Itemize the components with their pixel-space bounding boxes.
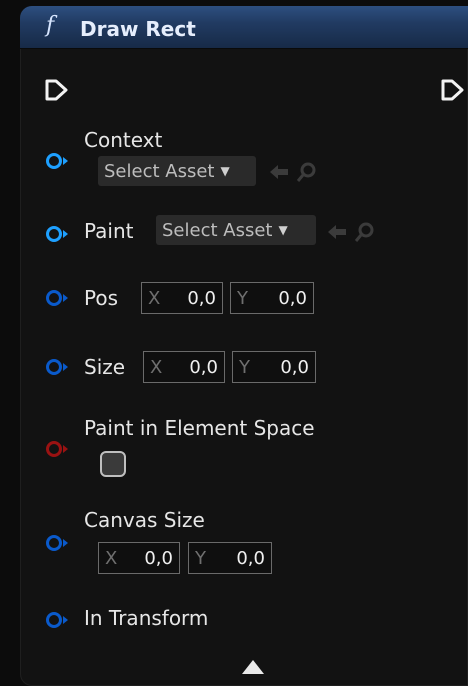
- size-x-axis-label: X: [150, 356, 163, 378]
- canvas-size-x-value: 0,0: [144, 547, 173, 569]
- paint-select-asset-label: Select Asset: [162, 219, 273, 241]
- draw-rect-node[interactable]: f Draw Rect Context Select Asset ▼ Paint…: [20, 6, 468, 686]
- canvas-size-y-value: 0,0: [236, 547, 265, 569]
- size-label: Size: [84, 355, 126, 379]
- pos-y-field[interactable]: Y 0,0: [230, 282, 314, 314]
- pos-y-axis-label: Y: [237, 287, 248, 309]
- advanced-display-toggle-icon[interactable]: [242, 660, 264, 674]
- canvas-size-x-field[interactable]: X 0,0: [98, 542, 180, 574]
- context-asset-tools: [270, 162, 316, 182]
- browse-search-icon[interactable]: [354, 222, 374, 242]
- chevron-down-icon: ▼: [278, 223, 288, 237]
- node-header[interactable]: f Draw Rect: [20, 6, 468, 49]
- node-title: Draw Rect: [80, 17, 196, 41]
- pos-y-value: 0,0: [278, 287, 307, 309]
- paint-in-element-space-label: Paint in Element Space: [84, 416, 315, 440]
- paint-asset-tools: [328, 222, 374, 242]
- paint-pin-icon[interactable]: [44, 225, 72, 243]
- canvas-size-label: Canvas Size: [84, 508, 205, 532]
- paint-in-element-space-checkbox[interactable]: [100, 451, 126, 477]
- pos-x-value: 0,0: [187, 287, 216, 309]
- paint-in-element-space-pin-icon[interactable]: [44, 440, 72, 458]
- in-transform-pin-icon[interactable]: [44, 611, 72, 629]
- size-y-axis-label: Y: [239, 356, 250, 378]
- exec-in-pin-icon[interactable]: [44, 78, 70, 102]
- context-label: Context: [84, 128, 163, 152]
- size-y-field[interactable]: Y 0,0: [232, 351, 316, 383]
- canvas-size-x-axis-label: X: [105, 547, 118, 569]
- canvas-size-y-field[interactable]: Y 0,0: [188, 542, 272, 574]
- canvas-size-pin-icon[interactable]: [44, 534, 72, 552]
- pos-label: Pos: [84, 286, 119, 310]
- context-select-asset[interactable]: Select Asset ▼: [98, 156, 256, 186]
- in-transform-label: In Transform: [84, 606, 209, 630]
- canvas-size-y-axis-label: Y: [195, 547, 206, 569]
- use-selected-arrow-icon[interactable]: [328, 225, 346, 239]
- size-x-field[interactable]: X 0,0: [143, 351, 225, 383]
- pos-x-field[interactable]: X 0,0: [141, 282, 223, 314]
- browse-search-icon[interactable]: [296, 162, 316, 182]
- context-pin-icon[interactable]: [44, 152, 72, 170]
- paint-label: Paint: [84, 219, 134, 243]
- exec-out-pin-icon[interactable]: [440, 78, 466, 102]
- context-select-asset-label: Select Asset: [104, 160, 215, 182]
- pos-x-axis-label: X: [148, 287, 161, 309]
- size-x-value: 0,0: [189, 356, 218, 378]
- function-icon: f: [46, 13, 55, 38]
- paint-select-asset[interactable]: Select Asset ▼: [156, 215, 316, 245]
- size-pin-icon[interactable]: [44, 358, 72, 376]
- size-y-value: 0,0: [280, 356, 309, 378]
- use-selected-arrow-icon[interactable]: [270, 165, 288, 179]
- pos-pin-icon[interactable]: [44, 289, 72, 307]
- chevron-down-icon: ▼: [220, 164, 230, 178]
